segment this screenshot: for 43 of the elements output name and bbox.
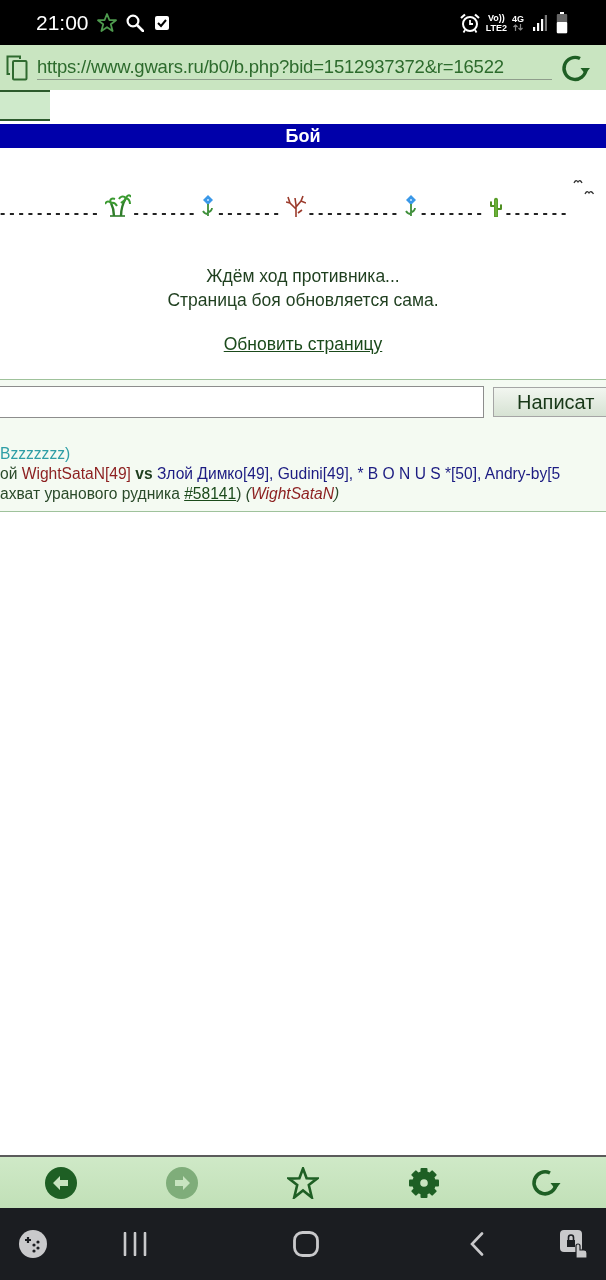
alarm-clock-icon bbox=[459, 12, 480, 33]
battle-log-line: Bzzzzzzz) bbox=[0, 444, 72, 464]
url-field[interactable]: https://www.gwars.ru/b0/b.php?bid=1512937372&r=16522 bbox=[37, 55, 552, 80]
flower-icon bbox=[404, 195, 418, 217]
checkbox-icon bbox=[154, 15, 169, 30]
flower-icon bbox=[201, 195, 216, 217]
dashed-line: ---------- bbox=[308, 205, 401, 221]
settings-icon[interactable] bbox=[408, 1166, 441, 1199]
dashed-line: ------- bbox=[218, 205, 283, 221]
screen-lock-icon[interactable] bbox=[560, 1230, 588, 1258]
refresh-link[interactable]: Обновить страницу bbox=[223, 332, 383, 356]
data-arrows-icon bbox=[513, 24, 523, 31]
back-chevron-icon[interactable] bbox=[470, 1232, 484, 1256]
dashed-line: ------- bbox=[133, 205, 199, 221]
send-button[interactable]: Написат bbox=[493, 387, 606, 417]
lte-label: LTE2 bbox=[485, 22, 507, 33]
dashed-line: ----------- bbox=[0, 205, 102, 221]
search-icon bbox=[125, 13, 144, 32]
status-message: Ждём ход противника... bbox=[206, 265, 400, 288]
star-icon bbox=[96, 13, 117, 32]
dashed-line: ------- bbox=[505, 205, 571, 221]
battle-title: Бой bbox=[0, 124, 606, 148]
network-label: 4G bbox=[512, 14, 524, 24]
palm-tree-icon bbox=[104, 193, 131, 217]
battle-log-line: ой WightSataN[49] vs Злой Димко[49], Gudini[49], * B O N U S *[50], Andry-by[5 bbox=[0, 464, 562, 484]
battle-link[interactable]: #58141 bbox=[184, 485, 237, 502]
battery-icon bbox=[556, 11, 568, 34]
input-field[interactable] bbox=[0, 386, 484, 418]
back-icon[interactable] bbox=[44, 1166, 77, 1199]
game-controller-icon[interactable] bbox=[19, 1230, 47, 1258]
birds-icon bbox=[573, 178, 596, 196]
volte-label: Vo)) bbox=[487, 12, 505, 23]
bare-bush-icon bbox=[285, 195, 306, 217]
star-icon[interactable] bbox=[287, 1166, 319, 1199]
dashed-line: ------- bbox=[421, 205, 486, 221]
copy-icon[interactable] bbox=[6, 54, 28, 81]
home-icon[interactable] bbox=[293, 1231, 319, 1257]
cactus-icon bbox=[488, 197, 503, 217]
signal-icon bbox=[533, 14, 547, 31]
battle-log-line: ахват уранового рудника #58141) (WightSataN) bbox=[0, 484, 341, 504]
status-message: Страница боя обновляется сама. bbox=[167, 289, 439, 312]
status-time: 21:00 bbox=[36, 10, 89, 35]
recent-apps-icon[interactable] bbox=[123, 1232, 147, 1256]
